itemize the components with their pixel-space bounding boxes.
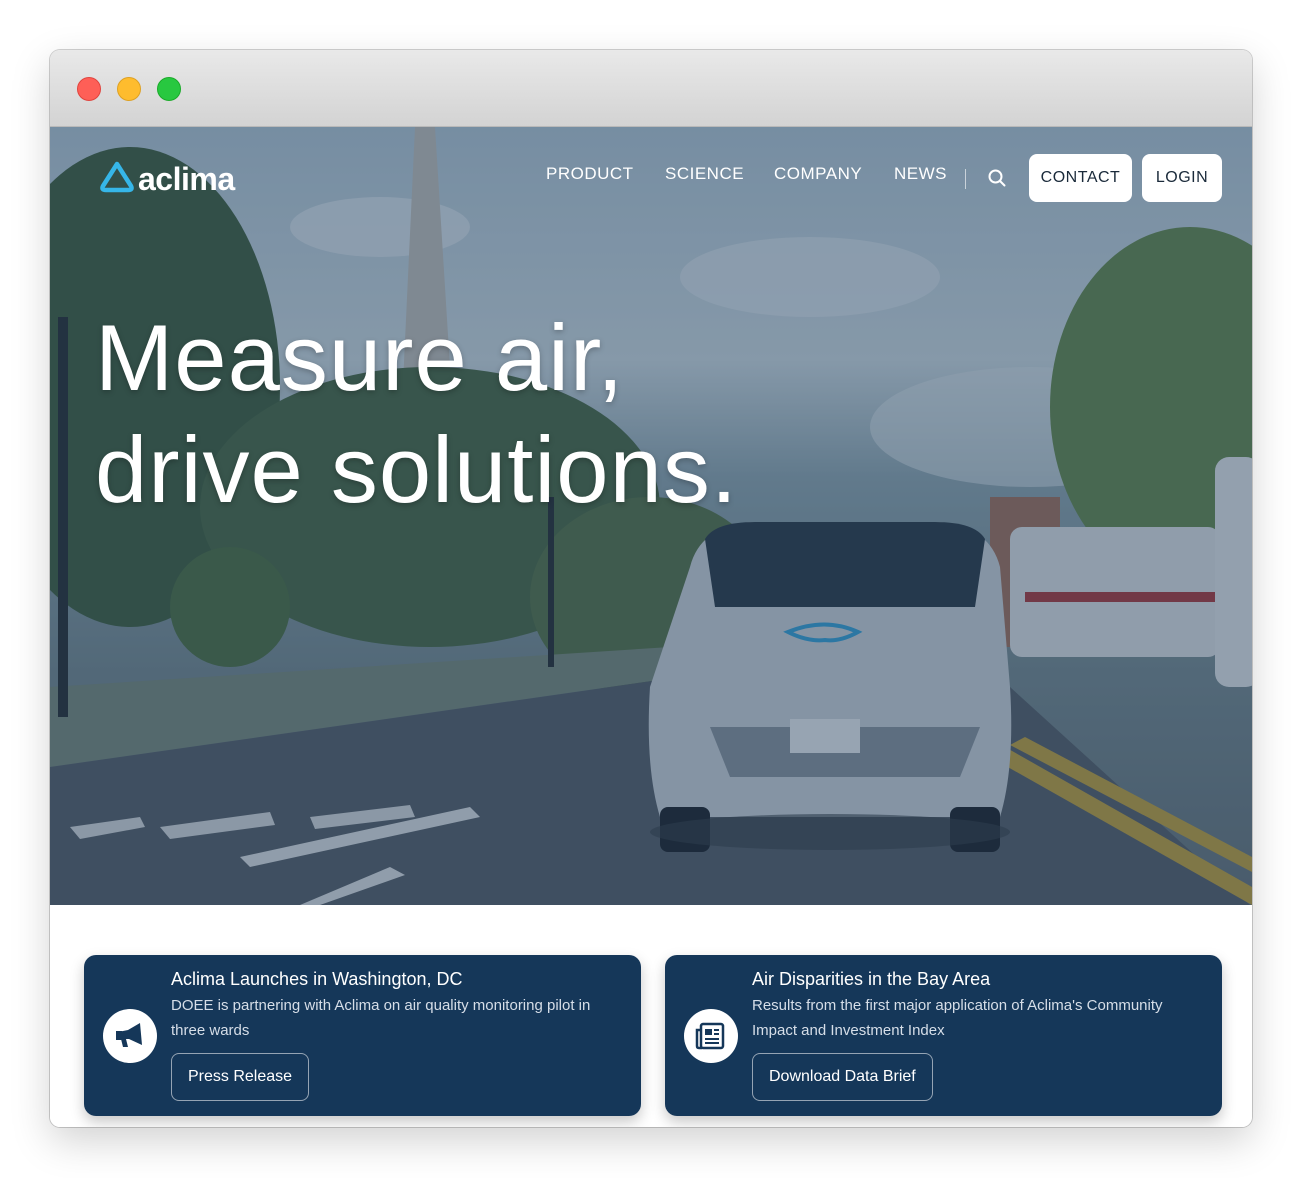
press-release-button[interactable]: Press Release <box>171 1053 310 1101</box>
login-button[interactable]: LOGIN <box>1142 154 1222 202</box>
nav-divider <box>965 169 966 189</box>
hero-headline-line-1: Measure air, <box>95 305 625 410</box>
news-card-washington: Aclima Launches in Washington, DC DOEE i… <box>84 955 641 1116</box>
contact-button[interactable]: CONTACT <box>1029 154 1132 202</box>
download-data-brief-button[interactable]: Download Data Brief <box>752 1053 933 1101</box>
news-cards-section: Aclima Launches in Washington, DC DOEE i… <box>50 905 1252 1127</box>
newspaper-icon <box>684 1009 738 1063</box>
news-card-description: DOEE is partnering with Aclima on air qu… <box>171 997 591 1039</box>
maximize-window-button[interactable] <box>157 77 181 101</box>
news-card-bay-area: Air Disparities in the Bay Area Results … <box>665 955 1222 1116</box>
logo-wordmark: aclima <box>138 161 235 197</box>
hero-headline: Measure air, drive solutions. <box>95 302 738 526</box>
site-logo[interactable]: aclima <box>100 161 235 198</box>
window-titlebar <box>50 50 1252 127</box>
nav-news[interactable]: NEWS <box>894 164 947 184</box>
browser-window: aclima PRODUCT SCIENCE COMPANY NEWS CONT… <box>50 50 1252 1127</box>
close-window-button[interactable] <box>77 77 101 101</box>
aclima-cloud-icon <box>100 161 134 198</box>
minimize-window-button[interactable] <box>117 77 141 101</box>
hero-headline-line-2: drive solutions. <box>95 417 738 522</box>
megaphone-icon <box>103 1009 157 1063</box>
nav-science[interactable]: SCIENCE <box>665 164 744 184</box>
nav-product[interactable]: PRODUCT <box>546 164 634 184</box>
search-icon[interactable] <box>987 168 1007 193</box>
news-card-description: Results from the first major application… <box>752 997 1163 1039</box>
hero-section: aclima PRODUCT SCIENCE COMPANY NEWS CONT… <box>50 127 1252 905</box>
news-card-title: Aclima Launches in Washington, DC <box>171 969 463 989</box>
nav-company[interactable]: COMPANY <box>774 164 862 184</box>
news-card-title: Air Disparities in the Bay Area <box>752 969 991 989</box>
